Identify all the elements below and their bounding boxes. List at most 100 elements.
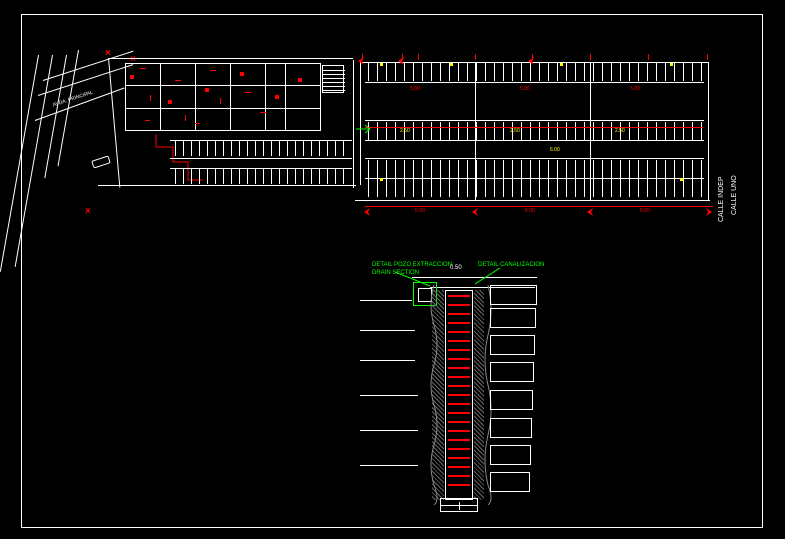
stall-tick — [183, 140, 184, 156]
stall-tick — [683, 160, 684, 178]
stall-tick — [575, 160, 576, 178]
stall-tick — [521, 63, 522, 81]
cad-canvas: { "streets":{ "calle_uno":"CALLE UNO", "… — [0, 0, 785, 539]
stall-tick — [584, 63, 585, 81]
stall-tick — [485, 179, 486, 197]
wall — [125, 130, 320, 131]
stall-tick — [548, 160, 549, 178]
stall-tick — [395, 63, 396, 81]
dim-label: 6.00 — [550, 147, 560, 153]
stall-tick — [319, 168, 320, 184]
fixture — [298, 78, 302, 82]
stall-tick — [701, 122, 702, 140]
stall-tick — [701, 63, 702, 81]
boundary — [353, 60, 354, 188]
stair — [322, 65, 344, 93]
dim-tick — [648, 54, 649, 60]
strata-layer — [490, 362, 534, 382]
rebar — [448, 484, 470, 486]
dim-label: 5.00 — [630, 86, 640, 92]
stall-tick — [458, 179, 459, 197]
rebar — [448, 349, 470, 351]
stall-tick — [467, 179, 468, 197]
stall-tick — [665, 179, 666, 197]
stall-tick — [343, 140, 344, 156]
rebar — [448, 385, 470, 387]
stall-tick — [647, 160, 648, 178]
stall-tick — [422, 63, 423, 81]
stall-tick — [611, 63, 612, 81]
stall-tick — [199, 140, 200, 156]
stall-tick — [539, 179, 540, 197]
parking-edge — [170, 140, 352, 141]
stall-tick — [647, 63, 648, 81]
stall-tick — [395, 179, 396, 197]
yellow-tick — [380, 63, 383, 66]
stall-tick — [287, 168, 288, 184]
stall-tick — [602, 122, 603, 140]
stall-tick — [175, 140, 176, 156]
fixture — [145, 120, 150, 121]
stall-tick — [485, 160, 486, 178]
stall-tick — [386, 179, 387, 197]
stall-tick — [175, 168, 176, 184]
stall-tick — [521, 122, 522, 140]
stall-tick — [611, 122, 612, 140]
stall-tick — [440, 160, 441, 178]
stall-tick — [503, 63, 504, 81]
stall-tick — [683, 122, 684, 140]
stall-tick — [295, 168, 296, 184]
stall-tick — [377, 160, 378, 178]
stall-tick — [494, 63, 495, 81]
yellow-tick — [380, 178, 383, 181]
stall-tick — [503, 122, 504, 140]
dim-tick — [707, 54, 708, 60]
stall-tick — [199, 168, 200, 184]
stall-tick — [335, 168, 336, 184]
red-arrow-icon — [587, 203, 595, 211]
stall-tick — [503, 160, 504, 178]
stall-tick — [692, 122, 693, 140]
stall-tick — [638, 63, 639, 81]
stall-tick — [674, 122, 675, 140]
stall-tick — [231, 168, 232, 184]
stall-tick — [692, 63, 693, 81]
stall-tick — [239, 168, 240, 184]
strata-layer — [490, 472, 530, 492]
stall-tick — [183, 168, 184, 184]
leader-green — [475, 268, 505, 286]
stall-tick — [431, 122, 432, 140]
stall-tick — [368, 63, 369, 81]
stall-tick — [191, 140, 192, 156]
stall-tick — [512, 63, 513, 81]
stall-tick — [263, 168, 264, 184]
rebar — [448, 466, 470, 468]
stall-tick — [638, 122, 639, 140]
stall-tick — [539, 63, 540, 81]
street-label-indep: CALLE INDEP — [718, 176, 725, 222]
stall-tick — [557, 179, 558, 197]
stall-tick — [602, 179, 603, 197]
stall-tick — [566, 63, 567, 81]
stall-tick — [247, 168, 248, 184]
yellow-tick — [450, 63, 453, 66]
dim-label: 2.50 — [615, 128, 625, 134]
red-x-marker: × — [85, 206, 95, 216]
stall-tick — [638, 160, 639, 178]
cap-line — [459, 502, 460, 510]
stall-tick — [620, 160, 621, 178]
dim-tick — [590, 54, 591, 60]
stall-tick — [566, 179, 567, 197]
strata-layer — [490, 285, 537, 305]
door-mark — [185, 115, 186, 121]
stall-tick — [377, 122, 378, 140]
stall-tick — [404, 63, 405, 81]
stall-tick — [215, 140, 216, 156]
stall-tick — [327, 168, 328, 184]
rebar — [448, 340, 470, 342]
door-mark — [210, 70, 216, 71]
stall-tick — [271, 140, 272, 156]
stall-tick — [656, 179, 657, 197]
stall-tick — [386, 122, 387, 140]
stall-tick — [683, 179, 684, 197]
